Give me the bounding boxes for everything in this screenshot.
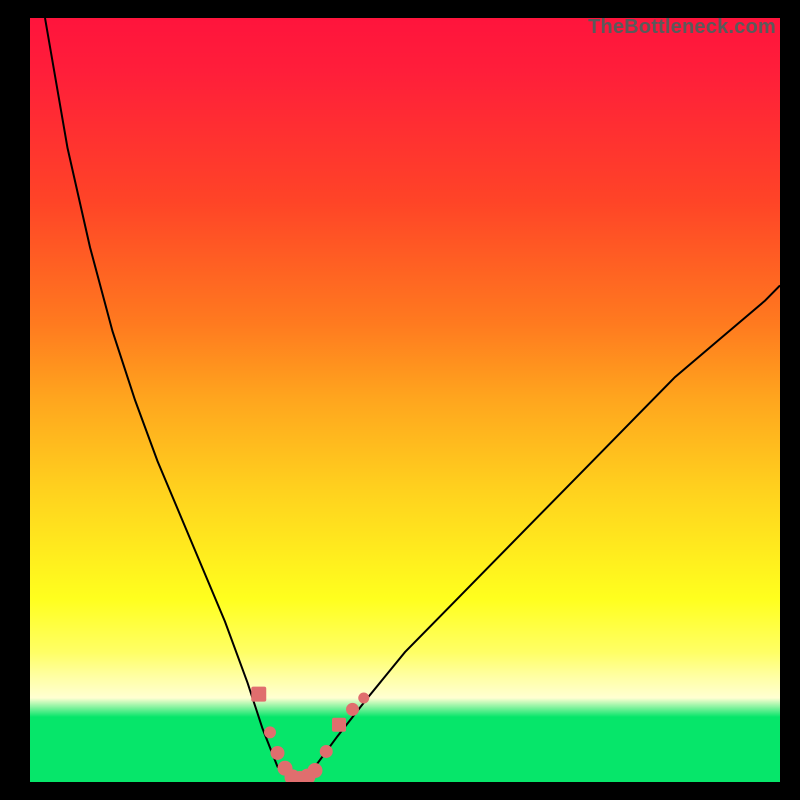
optimum-marker — [346, 703, 359, 716]
curve-right — [293, 285, 781, 782]
optimum-marker — [308, 763, 323, 778]
plot-area: TheBottleneck.com — [30, 18, 780, 782]
optimum-marker — [332, 718, 346, 732]
optimum-marker — [320, 745, 333, 758]
bottleneck-curve — [30, 18, 780, 782]
chart-canvas: TheBottleneck.com — [0, 0, 800, 800]
curve-left — [45, 18, 293, 782]
optimum-marker — [271, 746, 285, 760]
optimum-marker — [264, 726, 276, 738]
optimum-markers — [251, 687, 369, 782]
optimum-marker — [358, 692, 369, 703]
optimum-marker — [251, 687, 266, 702]
